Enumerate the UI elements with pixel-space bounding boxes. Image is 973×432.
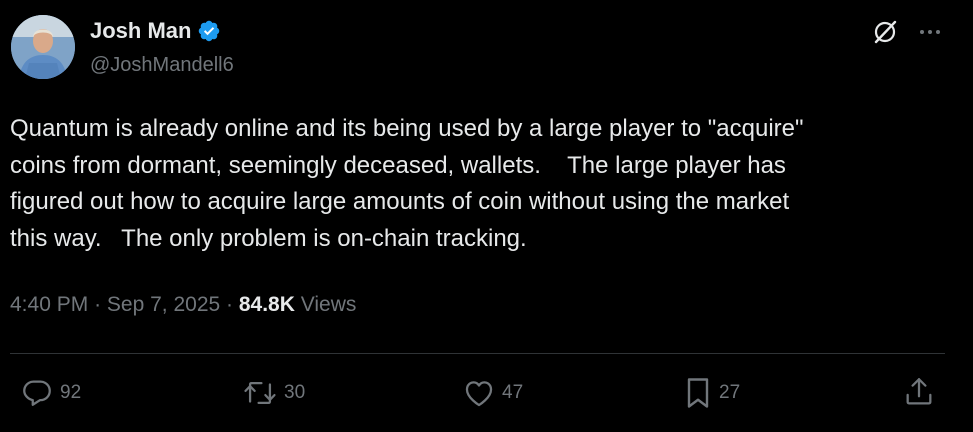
more-icon[interactable] — [917, 21, 943, 48]
repost-count: 30 — [284, 382, 306, 403]
author-name-row[interactable]: Josh Man — [90, 18, 221, 44]
views-count[interactable]: 84.8K — [239, 293, 295, 316]
like-icon — [465, 381, 493, 407]
avatar[interactable] — [11, 15, 75, 79]
tweet-meta: 4:40 PM · Sep 7, 2025 · 84.8K Views — [10, 293, 356, 317]
bookmark-icon — [687, 378, 709, 408]
views-label[interactable]: Views — [301, 293, 357, 316]
repost-button[interactable]: 30 — [242, 373, 305, 413]
share-button[interactable] — [902, 374, 936, 415]
share-icon — [906, 378, 932, 405]
meta-separator: · — [226, 293, 234, 316]
tweet-time[interactable]: 4:40 PM — [10, 293, 88, 316]
tweet-text: Quantum is already online and its being … — [10, 115, 804, 252]
like-button[interactable]: 47 — [462, 373, 523, 413]
like-count: 47 — [502, 382, 524, 403]
meta-separator: · — [94, 293, 102, 316]
avatar-image — [11, 15, 75, 79]
reply-icon — [23, 380, 51, 406]
reply-button[interactable]: 92 — [20, 373, 81, 413]
tweet-date[interactable]: Sep 7, 2025 — [107, 293, 220, 316]
grok-icon[interactable] — [872, 19, 898, 50]
reply-count: 92 — [60, 382, 82, 403]
author-display-name[interactable]: Josh Man — [90, 18, 191, 44]
bookmark-count: 27 — [719, 382, 741, 403]
divider — [10, 353, 945, 354]
author-handle[interactable]: @JoshMandell6 — [90, 54, 234, 77]
repost-icon — [244, 381, 276, 405]
verified-badge-icon — [197, 19, 221, 43]
bookmark-button[interactable]: 27 — [683, 373, 740, 413]
